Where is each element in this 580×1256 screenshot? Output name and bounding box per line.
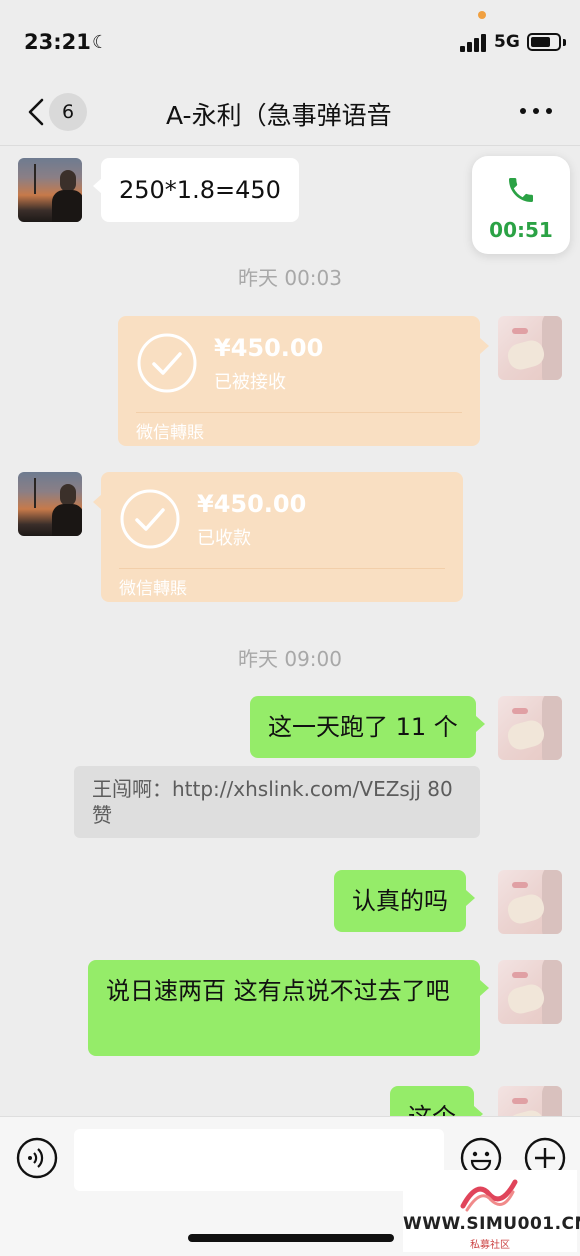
message-input[interactable] (74, 1129, 444, 1191)
voice-input-icon[interactable] (16, 1137, 58, 1179)
voice-call-float[interactable]: 00:51 (472, 156, 570, 254)
message-text: 250*1.8=450 (119, 176, 281, 204)
message-text: 认真的吗 (352, 887, 448, 915)
time-separator: 昨天 00:03 (238, 266, 342, 290)
message-text: 说日速两百 这有点说不过去了吧 (106, 977, 450, 1005)
network-type: 5G (494, 32, 520, 52)
message-bubble[interactable]: 认真的吗 (334, 870, 475, 932)
chat-header: 6 A-永利（急事弹语音 (0, 80, 580, 146)
avatar[interactable] (498, 870, 562, 934)
avatar[interactable] (498, 696, 562, 760)
transfer-status: 已收款 (197, 528, 251, 549)
message-bubble[interactable]: 250*1.8=450 (93, 158, 299, 222)
watermark: WWW.SIMU001.CN 私募社区 (403, 1170, 580, 1252)
check-circle-icon (120, 489, 180, 549)
divider (119, 568, 445, 569)
unread-badge[interactable]: 6 (49, 93, 87, 131)
message-text: 这一天跑了 11 个 (268, 713, 458, 741)
status-time: 23:21 (24, 30, 91, 54)
home-indicator (188, 1234, 394, 1242)
check-circle-icon (137, 333, 197, 393)
moon-icon: ☾ (92, 32, 109, 53)
avatar[interactable] (498, 316, 562, 380)
battery-tip (563, 39, 566, 46)
recording-dot-icon (478, 11, 486, 19)
call-duration: 00:51 (489, 218, 553, 242)
chat-title: A-永利（急事弹语音 (166, 101, 392, 130)
time-separator: 昨天 09:00 (238, 647, 342, 671)
avatar[interactable] (18, 472, 82, 536)
avatar[interactable] (498, 960, 562, 1024)
watermark-subtitle: 私募社区 (470, 1240, 510, 1251)
watermark-site: WWW.SIMU001.CN (403, 1214, 580, 1234)
transfer-status: 已被接收 (214, 372, 286, 393)
watermark-logo-icon (460, 1179, 518, 1212)
transfer-card[interactable]: ¥450.00 已收款 微信轉賬 (93, 472, 463, 602)
phone-icon (509, 178, 533, 202)
message-bubble[interactable]: 说日速两百 这有点说不过去了吧 (88, 960, 489, 1056)
divider (136, 412, 462, 413)
transfer-amount: ¥450.00 (197, 490, 307, 518)
back-icon[interactable] (24, 96, 48, 128)
quoted-message[interactable]: 王闯啊：http://xhslink.com/VEZsjj 80赞 (74, 766, 480, 838)
message-bubble[interactable]: 这一天跑了 11 个 (250, 696, 485, 758)
more-icon[interactable] (520, 108, 552, 116)
battery-icon (527, 33, 561, 51)
transfer-amount: ¥450.00 (214, 334, 324, 362)
status-bar: 23:21 ☾ 5G (0, 0, 580, 80)
transfer-label: 微信轉賬 (119, 579, 187, 599)
signal-icon (460, 34, 488, 52)
avatar[interactable] (18, 158, 82, 222)
transfer-card[interactable]: ¥450.00 已被接收 微信轉賬 (118, 316, 489, 446)
transfer-label: 微信轉賬 (136, 423, 204, 443)
